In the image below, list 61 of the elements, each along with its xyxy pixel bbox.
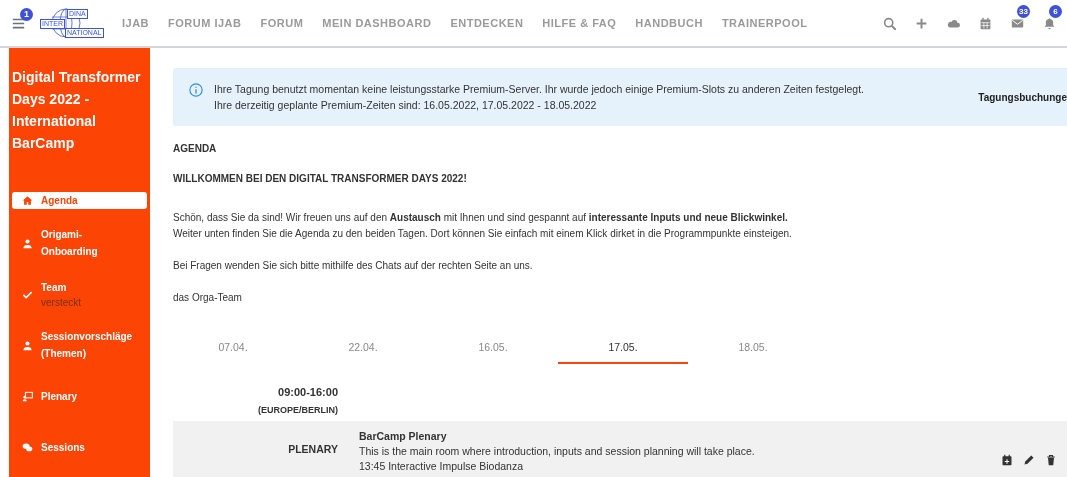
session-text: 13:45 Interactive Impulse Biodanza [359, 459, 525, 474]
sidebar-title: Digital Transformer Days 2022 - International BarCamp [11, 68, 142, 153]
search-icon [882, 16, 896, 30]
paragraph: Weiter unten finden Sie die Agenda zu den beiden Tagen. Dort können Sie einfach mit einem Klick dirket in die Programmpunkte einsteigen. [173, 227, 793, 241]
item-label: Plenary [41, 389, 78, 404]
section-heading: AGENDA [173, 142, 218, 156]
person-icon [22, 237, 33, 249]
session-title: BarCamp Plenary [359, 429, 448, 444]
notice-text: Ihre Tagung benutzt momentan keine leistungsstarke Premium-Server. Ihr wurde jedoch einige Premium-Slots zu anderen Zeiten festgelegt. [214, 82, 864, 97]
date-tab[interactable]: 17.05. [558, 334, 688, 364]
welcome-heading: WILLKOMMEN BEI DEN DIGITAL TRANSFORMER DAYS 2022! [173, 172, 468, 186]
paragraph: das Orga-Team [173, 291, 243, 305]
sidebar-item[interactable]: Plenary [9, 378, 150, 414]
plus-icon [914, 16, 928, 30]
paragraph: Bei Fragen wenden Sie sich bitte mithilfe des Chats auf der rechten Seite an uns. [173, 259, 534, 273]
date-tab[interactable]: 16.05. [428, 334, 558, 364]
hamburger-icon [11, 16, 25, 30]
timezone: (EUROPE/BERLIN) [258, 403, 338, 417]
nav-link[interactable]: HANDBUCH [635, 14, 703, 32]
time-range: 09:00-16:00 [278, 385, 338, 400]
presentation-icon [22, 390, 33, 402]
item-label: Sessionvorschläge (Themen) [41, 330, 133, 361]
nav-link[interactable]: IJAB [122, 14, 150, 32]
delete-button[interactable] [1045, 454, 1057, 466]
nav-link[interactable]: HILFE & FAQ [542, 14, 617, 32]
edit-button[interactable] [1023, 454, 1035, 466]
nav-link[interactable]: FORUM [260, 14, 304, 32]
session-text: This is the main room where introduction, inputs and session planning will take place. [359, 444, 755, 459]
paragraph: Schön, dass Sie da sind! Wir freuen uns auf den Austausch mit Ihnen und sind gespannt auf interessante Inputs und neue Blickwinkel. [173, 211, 789, 225]
item-label: Team [41, 280, 68, 295]
person-icon [22, 339, 33, 351]
item-label: Origami-Onboarding [41, 228, 98, 259]
nav-link[interactable]: MEIN DASHBOARD [322, 14, 432, 32]
nav-link[interactable]: FORUM IJAB [168, 14, 242, 32]
notification-badge: 33 [1017, 5, 1030, 18]
speech-bubbles-icon [22, 441, 33, 453]
notice-text: Ihre derzeitig geplante Premium-Zeiten sind: 16.05.2022, 17.05.2022 - 18.05.2022 [214, 98, 598, 113]
home-icon [22, 195, 33, 206]
search-button[interactable] [881, 15, 897, 31]
info-icon [189, 83, 203, 97]
nav-link[interactable]: TRAINERPOOL [721, 14, 808, 32]
date-tab[interactable]: 07.04. [168, 334, 298, 364]
notification-badge: 6 [1049, 5, 1062, 18]
sidebar-item[interactable]: Agenda [12, 192, 147, 209]
bell-icon [1042, 16, 1056, 30]
sidebar-item[interactable]: Sessionvorschläge (Themen) [9, 327, 150, 363]
nav-link[interactable]: ENTDECKEN [450, 14, 524, 32]
calendar-add-button[interactable] [1001, 454, 1013, 466]
bookings-link[interactable]: Tagungsbuchunge [978, 89, 1067, 105]
date-tab[interactable]: 18.05. [688, 334, 818, 364]
sidebar-item[interactable]: Team versteckt [9, 276, 150, 312]
item-label: Sessions [41, 440, 85, 455]
envelope-icon [1010, 16, 1024, 30]
calendar-icon [978, 16, 992, 30]
date-tab[interactable]: 22.04. [298, 334, 428, 364]
item-label: Agenda [41, 194, 78, 208]
sidebar-item[interactable]: Sessions [9, 429, 150, 465]
notification-badge: 1 [20, 8, 33, 21]
item-status: versteckt [41, 295, 81, 310]
room-name: PLENARY [288, 442, 338, 458]
sidebar-item[interactable]: Origami-Onboarding [9, 225, 150, 261]
